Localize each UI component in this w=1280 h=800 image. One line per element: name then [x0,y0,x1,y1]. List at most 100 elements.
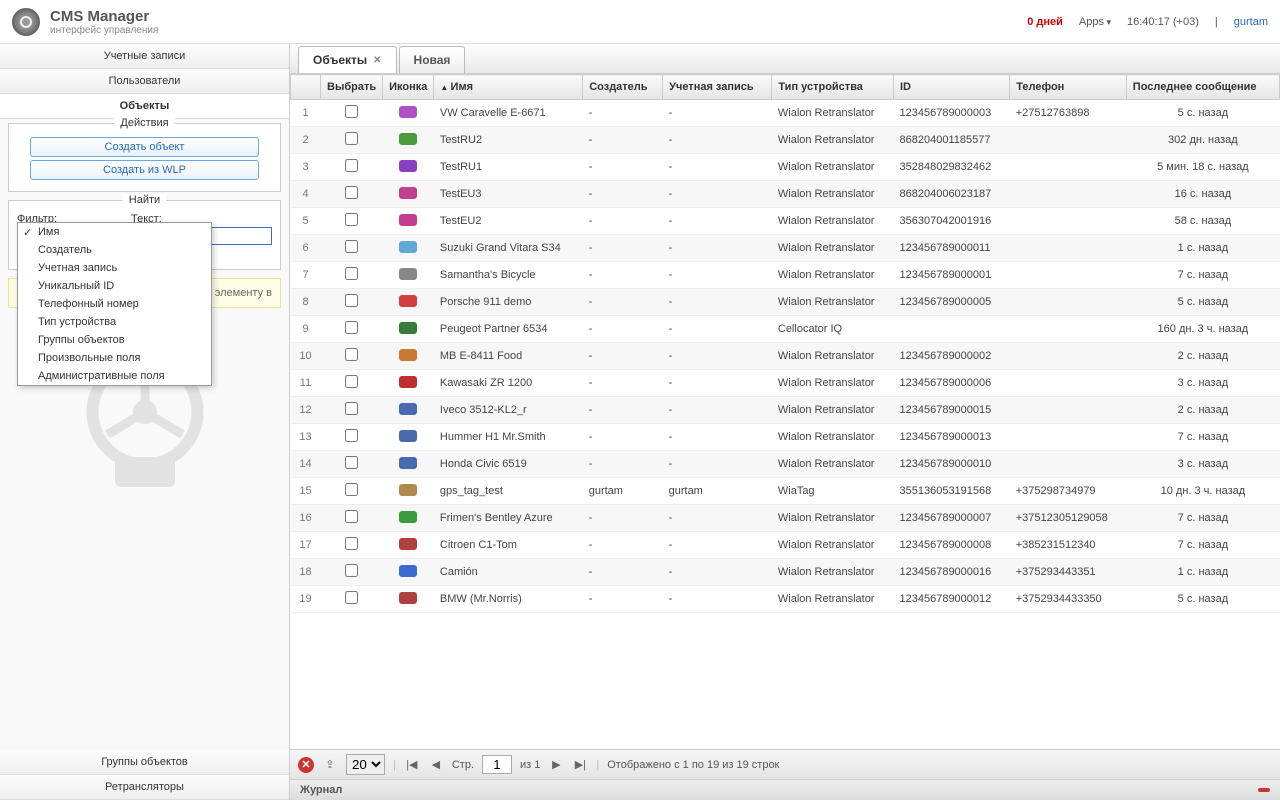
row-checkbox[interactable] [345,537,358,550]
table-row[interactable]: 17Citroen C1-Tom--Wialon Retranslator123… [291,532,1280,559]
delete-button[interactable]: ✕ [298,757,314,773]
row-checkbox[interactable] [345,321,358,334]
days-remaining[interactable]: 0 дней [1027,16,1063,28]
cell-devtype: Wialon Retranslator [772,451,894,478]
cell-creator: - [583,262,663,289]
table-row[interactable]: 2TestRU2--Wialon Retranslator86820400118… [291,127,1280,154]
first-page-button[interactable]: |◀ [404,757,420,773]
row-checkbox[interactable] [345,402,358,415]
table-row[interactable]: 14Honda Civic 6519--Wialon Retranslator1… [291,451,1280,478]
apps-menu[interactable]: Apps [1079,16,1111,28]
table-row[interactable]: 19BMW (Mr.Norris)--Wialon Retranslator12… [291,586,1280,613]
cell-name: Porsche 911 demo [434,289,583,316]
column-header[interactable] [291,75,321,100]
cell-account: - [663,208,772,235]
table-row[interactable]: 1VW Caravelle E-6671--Wialon Retranslato… [291,100,1280,127]
cell-account: - [663,505,772,532]
row-checkbox[interactable] [345,591,358,604]
table-row[interactable]: 6Suzuki Grand Vitara S34--Wialon Retrans… [291,235,1280,262]
table-row[interactable]: 13Hummer H1 Mr.Smith--Wialon Retranslato… [291,424,1280,451]
sidebar-footer-item[interactable]: Ретрансляторы [0,775,289,800]
cell-devtype: Wialon Retranslator [772,397,894,424]
table-row[interactable]: 8Porsche 911 demo--Wialon Retranslator12… [291,289,1280,316]
row-checkbox[interactable] [345,375,358,388]
cell-phone: +27512763898 [1010,100,1127,127]
filter-option[interactable]: Тип устройства [18,313,211,331]
row-checkbox[interactable] [345,240,358,253]
column-header[interactable]: Имя [434,75,583,100]
sidebar-footer-item[interactable]: Группы объектов [0,750,289,775]
column-header[interactable]: Выбрать [321,75,383,100]
row-checkbox[interactable] [345,186,358,199]
row-checkbox[interactable] [345,483,358,496]
row-checkbox[interactable] [345,348,358,361]
export-button[interactable]: ⇪ [322,757,338,773]
row-checkbox[interactable] [345,429,358,442]
table-row[interactable]: 3TestRU1--Wialon Retranslator35284802983… [291,154,1280,181]
row-checkbox[interactable] [345,267,358,280]
close-icon[interactable]: ✕ [373,55,381,66]
journal-bar[interactable]: Журнал [290,779,1280,800]
row-checkbox[interactable] [345,510,358,523]
vehicle-icon [399,376,417,388]
row-checkbox[interactable] [345,213,358,226]
tab[interactable]: Объекты✕ [298,46,397,73]
table-row[interactable]: 5TestEU2--Wialon Retranslator35630704200… [291,208,1280,235]
filter-option[interactable]: Уникальный ID [18,277,211,295]
minimize-icon[interactable] [1258,788,1270,792]
last-page-button[interactable]: ▶| [572,757,588,773]
create-from-wlp-button[interactable]: Создать из WLP [30,160,260,180]
nav-item-1[interactable]: Пользователи [0,69,289,94]
prev-page-button[interactable]: ◀ [428,757,444,773]
create-object-button[interactable]: Создать объект [30,137,260,157]
objects-table-wrap[interactable]: ВыбратьИконкаИмяСоздательУчетная записьТ… [290,74,1280,749]
table-row[interactable]: 16Frimen's Bentley Azure--Wialon Retrans… [291,505,1280,532]
column-header[interactable]: Последнее сообщение [1126,75,1279,100]
table-row[interactable]: 4TestEU3--Wialon Retranslator86820400602… [291,181,1280,208]
cell-account: - [663,262,772,289]
table-row[interactable]: 9Peugeot Partner 6534--Cellocator IQ160 … [291,316,1280,343]
cell-last: 5 мин. 18 с. назад [1126,154,1279,181]
row-checkbox[interactable] [345,132,358,145]
table-row[interactable]: 7Samantha's Bicycle--Wialon Retranslator… [291,262,1280,289]
table-row[interactable]: 11Kawasaki ZR 1200--Wialon Retranslator1… [291,370,1280,397]
next-page-button[interactable]: ▶ [548,757,564,773]
user-menu[interactable]: gurtam [1234,16,1268,28]
column-header[interactable]: ID [894,75,1010,100]
tab[interactable]: Новая [399,46,466,73]
filter-dropdown[interactable]: ИмяСоздательУчетная записьУникальный IDТ… [17,222,212,386]
row-index: 12 [291,397,321,424]
nav-item-2[interactable]: Объекты [0,94,289,119]
column-header[interactable]: Телефон [1010,75,1127,100]
page-size-select[interactable]: 20 [346,754,385,775]
nav-item-0[interactable]: Учетные записи [0,44,289,69]
column-header[interactable]: Тип устройства [772,75,894,100]
column-header[interactable]: Иконка [383,75,434,100]
cell-phone [1010,181,1127,208]
cell-name: TestRU2 [434,127,583,154]
filter-option[interactable]: Группы объектов [18,331,211,349]
vehicle-icon [399,295,417,307]
column-header[interactable]: Учетная запись [663,75,772,100]
cell-last: 7 с. назад [1126,505,1279,532]
column-header[interactable]: Создатель [583,75,663,100]
row-checkbox[interactable] [345,456,358,469]
table-row[interactable]: 18Camión--Wialon Retranslator12345678900… [291,559,1280,586]
filter-option[interactable]: Телефонный номер [18,295,211,313]
filter-option[interactable]: Учетная запись [18,259,211,277]
row-index: 8 [291,289,321,316]
filter-option[interactable]: Создатель [18,241,211,259]
filter-option[interactable]: Произвольные поля [18,349,211,367]
table-row[interactable]: 10MB E-8411 Food--Wialon Retranslator123… [291,343,1280,370]
row-checkbox[interactable] [345,159,358,172]
filter-option[interactable]: Имя [18,223,211,241]
table-row[interactable]: 15gps_tag_testgurtamgurtamWiaTag35513605… [291,478,1280,505]
row-checkbox[interactable] [345,294,358,307]
row-checkbox[interactable] [345,564,358,577]
filter-option[interactable]: Административные поля [18,367,211,385]
row-checkbox[interactable] [345,105,358,118]
page-input[interactable] [482,755,512,774]
cell-devtype: Wialon Retranslator [772,208,894,235]
table-row[interactable]: 12Iveco 3512-KL2_r--Wialon Retranslator1… [291,397,1280,424]
cell-devtype: WiaTag [772,478,894,505]
